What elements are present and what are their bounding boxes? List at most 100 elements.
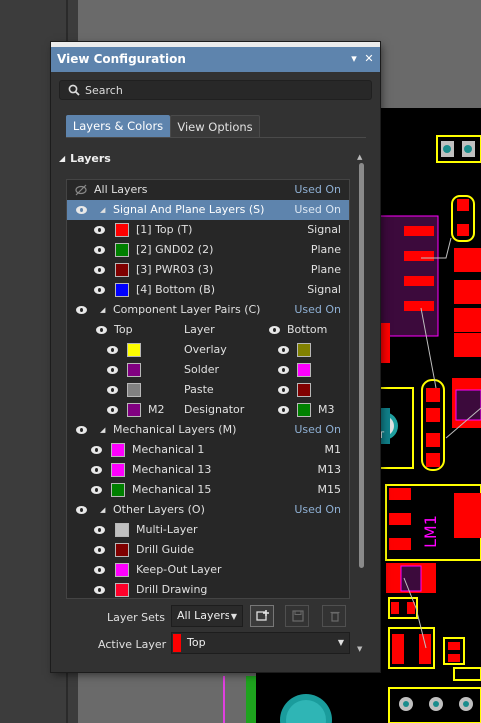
eye-icon[interactable] bbox=[278, 366, 289, 374]
list-row-pair[interactable]: Paste bbox=[67, 380, 349, 400]
eye-icon[interactable] bbox=[107, 366, 118, 374]
layer-color-swatch[interactable] bbox=[115, 523, 129, 537]
collapse-arrow-icon[interactable]: ◢ bbox=[100, 300, 105, 320]
layers-section-header[interactable]: ◢ Layers bbox=[59, 152, 111, 165]
used-on-label: Used On bbox=[294, 303, 341, 316]
search-box[interactable] bbox=[59, 80, 372, 100]
eye-icon[interactable] bbox=[76, 506, 87, 514]
eye-icon[interactable] bbox=[94, 566, 105, 574]
eye-icon[interactable] bbox=[96, 326, 107, 334]
eye-icon[interactable] bbox=[94, 226, 105, 234]
layer-color-swatch[interactable] bbox=[111, 463, 125, 477]
eye-icon[interactable] bbox=[76, 206, 87, 214]
eye-icon[interactable] bbox=[107, 386, 118, 394]
scroll-down-icon[interactable]: ▼ bbox=[357, 645, 362, 653]
layer-color-swatch[interactable] bbox=[111, 483, 125, 497]
active-layer-select[interactable]: Top ▼ bbox=[171, 632, 350, 654]
layer-color-swatch[interactable] bbox=[115, 583, 129, 597]
layer-color-swatch[interactable] bbox=[115, 243, 129, 257]
eye-hidden-icon[interactable] bbox=[75, 184, 87, 196]
panel-titlebar[interactable]: View Configuration ▾ ✕ bbox=[51, 47, 380, 72]
eye-icon[interactable] bbox=[107, 346, 118, 354]
list-row-layer[interactable]: Mechanical 15 M15 bbox=[67, 480, 349, 500]
eye-icon[interactable] bbox=[278, 346, 289, 354]
layer-sets-select[interactable]: All Layers ▼ bbox=[171, 605, 243, 627]
bottom-pair-label: M3 bbox=[318, 403, 335, 416]
layer-color-swatch[interactable] bbox=[115, 543, 129, 557]
eye-icon[interactable] bbox=[76, 306, 87, 314]
pair-header-bottom: Bottom bbox=[287, 323, 328, 336]
active-layer-color bbox=[173, 634, 181, 652]
add-layer-set-button[interactable] bbox=[250, 605, 274, 627]
layer-name: Multi-Layer bbox=[136, 523, 198, 536]
eye-icon[interactable] bbox=[94, 546, 105, 554]
group-label: Other Layers (O) bbox=[113, 503, 205, 516]
layer-color-swatch[interactable] bbox=[115, 563, 129, 577]
list-row-layer[interactable]: [2] GND02 (2) Plane bbox=[67, 240, 349, 260]
eye-icon[interactable] bbox=[91, 466, 102, 474]
eye-icon[interactable] bbox=[94, 526, 105, 534]
list-row-component-group[interactable]: ◢ Component Layer Pairs (C) Used On bbox=[67, 300, 349, 320]
list-row-other-group[interactable]: ◢ Other Layers (O) Used On bbox=[67, 500, 349, 520]
bottom-color-swatch[interactable] bbox=[297, 363, 311, 377]
list-row-signal-group[interactable]: ◢ Signal And Plane Layers (S) Used On bbox=[67, 200, 349, 220]
eye-icon[interactable] bbox=[269, 326, 280, 334]
panel-scrollbar[interactable]: ▲ ▼ bbox=[357, 153, 366, 663]
pair-layer-name: Paste bbox=[184, 383, 214, 396]
eye-icon[interactable] bbox=[107, 406, 118, 414]
eye-icon[interactable] bbox=[94, 246, 105, 254]
tab-view-options[interactable]: View Options bbox=[170, 115, 260, 138]
layer-color-swatch[interactable] bbox=[115, 223, 129, 237]
list-row-layer[interactable]: Drill Guide bbox=[67, 540, 349, 560]
save-layer-set-button[interactable] bbox=[285, 605, 309, 627]
list-row-layer[interactable]: Multi-Layer bbox=[67, 520, 349, 540]
search-input[interactable] bbox=[85, 82, 355, 98]
dropdown-arrow-icon[interactable]: ▾ bbox=[347, 50, 361, 68]
collapse-arrow-icon[interactable]: ◢ bbox=[100, 500, 105, 520]
panel-title: View Configuration bbox=[57, 52, 186, 66]
list-row-mechanical-group[interactable]: ◢ Mechanical Layers (M) Used On bbox=[67, 420, 349, 440]
list-row-layer[interactable]: [3] PWR03 (3) Plane bbox=[67, 260, 349, 280]
list-row-layer[interactable]: [4] Bottom (B) Signal bbox=[67, 280, 349, 300]
tab-underline bbox=[66, 137, 366, 138]
scroll-up-icon[interactable]: ▲ bbox=[357, 153, 362, 161]
layer-color-swatch[interactable] bbox=[111, 443, 125, 457]
collapse-arrow-icon[interactable]: ◢ bbox=[100, 420, 105, 440]
top-color-swatch[interactable] bbox=[127, 343, 141, 357]
eye-icon[interactable] bbox=[91, 486, 102, 494]
layer-color-swatch[interactable] bbox=[115, 283, 129, 297]
tab-layers-colors[interactable]: Layers & Colors bbox=[66, 115, 170, 138]
eye-icon[interactable] bbox=[94, 286, 105, 294]
collapse-arrow-icon[interactable]: ◢ bbox=[100, 200, 105, 220]
list-row-pair[interactable]: M2 Designator M3 bbox=[67, 400, 349, 420]
close-icon[interactable]: ✕ bbox=[362, 50, 376, 68]
eye-icon[interactable] bbox=[94, 266, 105, 274]
list-row-layer[interactable]: [1] Top (T) Signal bbox=[67, 220, 349, 240]
bottom-color-swatch[interactable] bbox=[297, 403, 311, 417]
top-color-swatch[interactable] bbox=[127, 403, 141, 417]
eye-icon[interactable] bbox=[76, 426, 87, 434]
list-row-layer[interactable]: Drill Drawing bbox=[67, 580, 349, 598]
eye-icon[interactable] bbox=[94, 586, 105, 594]
layer-color-swatch[interactable] bbox=[115, 263, 129, 277]
list-row-layer[interactable]: Keep-Out Layer bbox=[67, 560, 349, 580]
list-row-layer[interactable]: Mechanical 13 M13 bbox=[67, 460, 349, 480]
eye-icon[interactable] bbox=[278, 386, 289, 394]
top-color-swatch[interactable] bbox=[127, 383, 141, 397]
active-layer-value: Top bbox=[187, 636, 206, 649]
delete-layer-set-button[interactable] bbox=[322, 605, 346, 627]
list-row-layer[interactable]: Mechanical 1 M1 bbox=[67, 440, 349, 460]
eye-icon[interactable] bbox=[278, 406, 289, 414]
scrollbar-thumb[interactable] bbox=[359, 163, 364, 568]
bottom-color-swatch[interactable] bbox=[297, 343, 311, 357]
top-color-swatch[interactable] bbox=[127, 363, 141, 377]
board-edge-mark bbox=[246, 676, 256, 723]
active-layer-label: Active Layer bbox=[98, 638, 167, 651]
list-row-pair[interactable]: Solder bbox=[67, 360, 349, 380]
list-row-pair[interactable]: Overlay bbox=[67, 340, 349, 360]
bottom-color-swatch[interactable] bbox=[297, 383, 311, 397]
list-row-all-layers[interactable]: All Layers Used On bbox=[67, 180, 349, 200]
eye-icon[interactable] bbox=[91, 446, 102, 454]
layer-type: Plane bbox=[310, 243, 341, 256]
layer-name: [4] Bottom (B) bbox=[136, 283, 216, 296]
